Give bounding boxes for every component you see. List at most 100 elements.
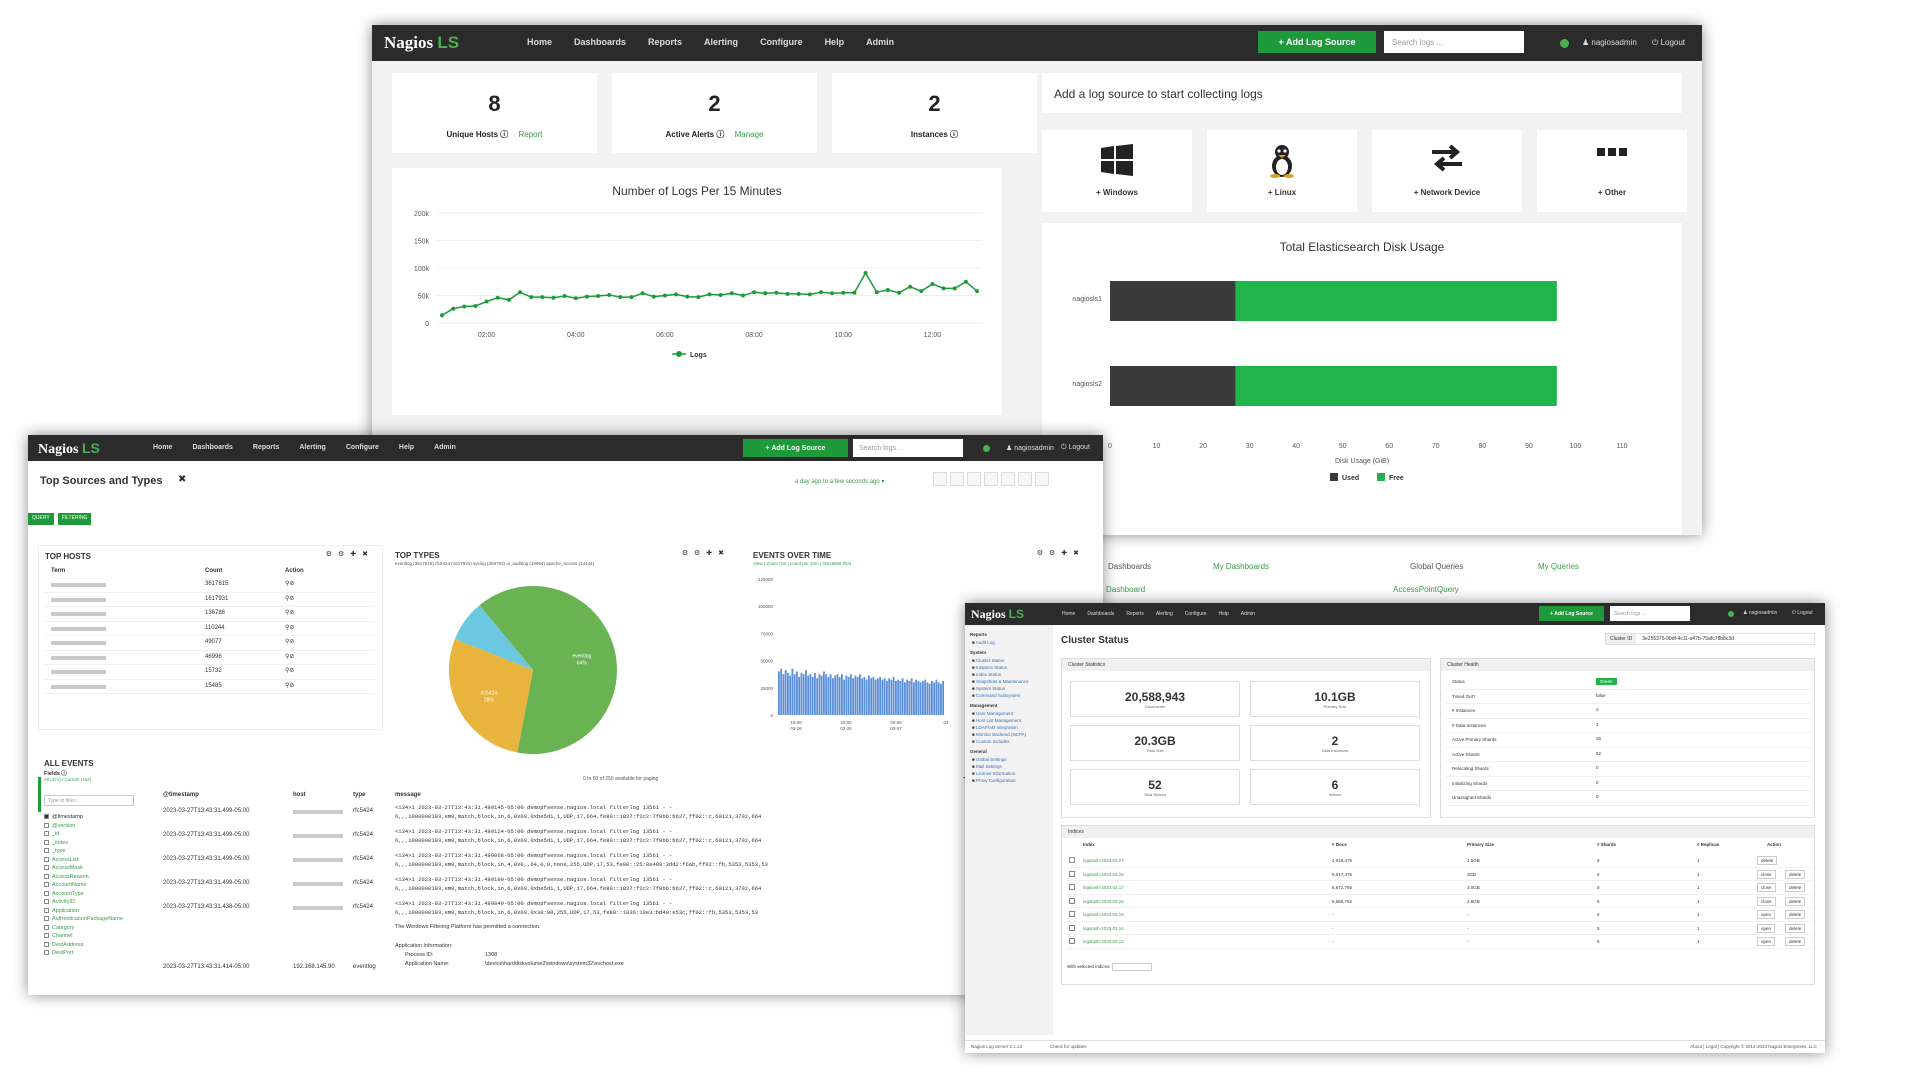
index-action-button[interactable]: delete [1757,856,1778,865]
nav-admin[interactable]: Admin [434,444,456,451]
logout-link[interactable]: ⏻ Logout [1792,610,1813,616]
sidebar-item[interactable]: ■ Monitor Backend (NCPA) [968,731,1050,738]
field-item[interactable]: Category [44,924,154,933]
search-icon[interactable]: ⚲⊘ [285,638,294,645]
nav-help[interactable]: Help [399,444,414,451]
close-icon[interactable]: ✖ [178,474,186,485]
delete-button[interactable]: delete [1785,937,1806,946]
access-point-query-link[interactable]: AccessPointQuery [1393,585,1459,594]
timeframe-link[interactable]: a day ago to a few seconds ago ▾ [795,478,884,485]
field-checkbox[interactable] [44,890,49,896]
nav-home[interactable]: Home [1062,611,1075,617]
index-checkbox[interactable] [1069,938,1075,944]
index-action-button[interactable]: close [1757,896,1776,906]
search-icon[interactable]: ⚲⊘ [285,595,294,602]
field-checkbox[interactable] [44,882,49,888]
source-tile-other[interactable]: + Other [1537,130,1687,212]
nav-configure[interactable]: Configure [346,444,379,451]
nav-admin[interactable]: Admin [1241,611,1255,617]
field-checkbox[interactable] [44,814,49,820]
field-checkbox[interactable] [44,822,49,828]
field-item[interactable]: AuthenticationPackageName [44,915,154,924]
index-action-button[interactable]: open [1757,937,1776,946]
index-checkbox[interactable] [1069,897,1075,904]
nav-alerting[interactable]: Alerting [299,444,325,451]
sidebar-item[interactable]: ■ Audit Log [968,639,1050,646]
panel-controls[interactable]: ⚙⚙✚✖ [1037,549,1085,557]
field-item[interactable]: _id [44,830,154,839]
add-log-source-button[interactable]: + Add Log Source [1539,606,1604,621]
sidebar-item[interactable]: ■ License Information [968,770,1050,777]
table-row[interactable]: 2023-03-27T13:43:31.499-05:00 rfc5424 <134… [163,852,963,876]
panel-controls[interactable]: ⚙⚙✚✖ [682,549,730,557]
check-updates-link[interactable]: Check for updates [1050,1044,1087,1049]
search-input[interactable]: Search logs ... [1384,31,1524,53]
field-item[interactable]: DestAddress [44,941,154,950]
nav-help[interactable]: Help [825,37,845,47]
field-item[interactable]: AccessReason [44,873,154,882]
field-checkbox[interactable] [44,848,49,854]
nagios-logo[interactable]: Nagios LS [38,440,100,458]
sidebar-item[interactable]: ■ Cluster Status [968,657,1050,664]
sidebar-item[interactable]: ■ Host List Management [968,717,1050,724]
search-icon[interactable]: ⚲⊘ [285,580,294,587]
help-icon[interactable]: ⓘ [714,130,726,139]
index-checkbox[interactable] [1069,884,1075,890]
delete-button[interactable]: delete [1785,910,1806,919]
share-icon[interactable] [1018,472,1032,486]
nagios-logo[interactable]: Nagios LS [971,607,1024,622]
filtering-tag[interactable]: FILTERING [57,513,92,525]
stat-link[interactable]: Report [519,130,543,139]
field-item[interactable]: @timestamp [44,813,154,822]
index-name[interactable]: logstash-2023.03.16 [1083,899,1124,904]
field-item[interactable]: AccessList [44,856,154,865]
field-checkbox[interactable] [44,941,49,947]
field-checkbox[interactable] [44,933,49,939]
field-checkbox[interactable] [44,899,49,905]
index-name[interactable]: logstash-2023.03.15 [1083,912,1124,917]
search-input[interactable]: Search logs ... [1610,606,1690,621]
panel-controls[interactable]: ⚙⚙✚✖ [326,550,374,558]
nav-admin[interactable]: Admin [866,37,894,47]
user-menu[interactable]: ♟ nagiosadmin [1006,444,1054,452]
index-checkbox[interactable] [1069,911,1075,917]
field-item[interactable]: @version [44,822,154,831]
nav-home[interactable]: Home [527,37,552,47]
field-item[interactable]: AccessMask [44,864,154,873]
field-item[interactable]: Channel [44,932,154,941]
folder-icon[interactable] [984,472,998,486]
table-row[interactable]: 2023-03-27T13:43:31.499-05:00 rfc5424 <134… [163,828,963,852]
source-tile-linux[interactable]: + Linux [1207,130,1357,212]
search-icon[interactable]: ⚲⊘ [285,609,294,616]
search-icon[interactable]: ⚲⊘ [285,682,294,689]
field-item[interactable]: _index [44,839,154,848]
nav-dashboards[interactable]: Dashboards [192,444,232,451]
nagios-logo[interactable]: Nagios LS [384,33,459,53]
index-action-button[interactable]: close [1757,883,1776,892]
delete-button[interactable]: delete [1785,883,1806,892]
global-queries-tab[interactable]: Global Queries [1410,562,1463,571]
sidebar-item[interactable]: ■ Command Subsystem [968,692,1050,699]
delete-button[interactable]: delete [1785,869,1806,879]
field-item[interactable]: ActivityID [44,898,154,907]
query-tag[interactable]: QUERY [28,513,54,525]
field-item[interactable]: DestPort [44,949,154,958]
home-icon[interactable] [933,472,947,486]
field-checkbox[interactable] [44,873,49,879]
nav-dashboards[interactable]: Dashboards [574,37,626,47]
index-name[interactable]: logstash-2023.03.17 [1083,885,1124,890]
nav-configure[interactable]: Configure [1185,611,1207,617]
index-checkbox[interactable] [1069,857,1075,863]
nav-configure[interactable]: Configure [760,37,803,47]
table-row[interactable]: 2023-03-27T13:43:31.414-05:00 192.168.145… [163,924,963,974]
my-queries-tab[interactable]: My Queries [1538,562,1579,571]
table-row[interactable]: 2023-03-27T13:43:31.438-05:00 rfc5424 <134… [163,900,963,924]
index-name[interactable]: logstash-2023.03.13 [1083,939,1124,944]
help-icon[interactable]: ⓘ [948,130,958,139]
search-icon[interactable]: ⚲⊘ [285,624,294,631]
logout-link[interactable]: ⏻ Logout [1652,38,1685,48]
save-icon[interactable] [1001,472,1015,486]
search-icon[interactable] [950,472,964,486]
stat-link[interactable]: Manage [735,130,764,139]
search-icon[interactable]: ⚲⊘ [285,653,294,660]
